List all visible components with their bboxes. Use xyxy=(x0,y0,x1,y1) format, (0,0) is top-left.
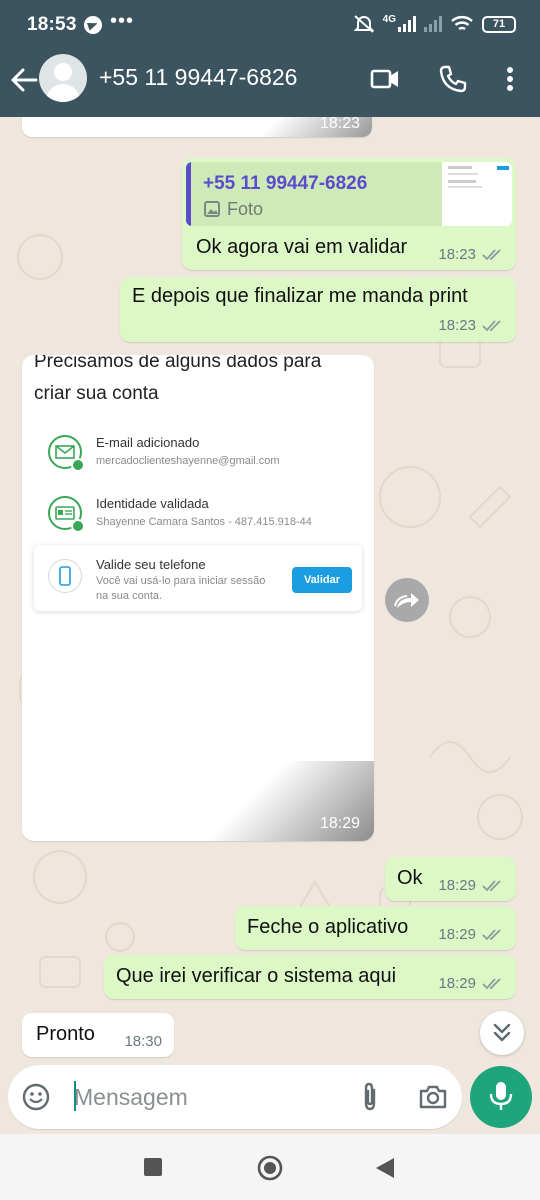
scroll-down-button[interactable] xyxy=(480,1011,524,1055)
telegram-icon xyxy=(84,16,102,34)
message-meta: 18:29 xyxy=(438,975,504,992)
recents-icon[interactable] xyxy=(143,1157,163,1177)
back-arrow-icon[interactable] xyxy=(10,66,38,94)
forward-icon xyxy=(394,593,419,608)
image-message[interactable]: Precisamos de alguns dados para criar su… xyxy=(22,355,374,841)
message-text: Feche o aplicativo xyxy=(247,916,409,938)
camera-icon[interactable] xyxy=(418,1084,448,1110)
message-text: Pronto xyxy=(36,1023,95,1045)
photo-icon xyxy=(204,201,220,217)
voice-call-icon[interactable] xyxy=(438,64,468,94)
message-out[interactable]: E depois que finalizar me manda print 18… xyxy=(120,277,516,342)
message-time: 18:30 xyxy=(124,1033,162,1050)
home-icon[interactable] xyxy=(256,1154,284,1182)
avatar[interactable] xyxy=(39,54,87,102)
wifi-icon xyxy=(451,16,473,31)
message-out[interactable]: Feche o aplicativo 18:29 xyxy=(235,906,516,950)
battery-icon: 71 xyxy=(482,15,516,33)
mute-alarm-icon xyxy=(353,15,375,33)
message-partial[interactable]: 18:23 xyxy=(22,117,372,137)
email-icon xyxy=(48,435,85,472)
quoted-sender: +55 11 99447-6826 xyxy=(203,173,368,194)
message-text: Ok agora vai em validar xyxy=(196,236,408,258)
message-composer[interactable]: Mensagem xyxy=(8,1065,462,1129)
screenshot-title-line2: criar sua conta xyxy=(34,383,159,404)
step-label: E-mail adicionado xyxy=(96,435,200,450)
video-call-icon[interactable] xyxy=(370,64,400,94)
forward-button[interactable] xyxy=(385,578,429,622)
double-check-icon xyxy=(482,319,501,331)
message-out-reply[interactable]: +55 11 99447-6826 Foto Ok agora vai em v… xyxy=(182,158,516,270)
id-card-icon xyxy=(48,496,85,533)
message-meta: 18:29 xyxy=(438,877,504,894)
message-text: Ok xyxy=(397,867,423,889)
message-meta: 18:23 xyxy=(438,317,504,334)
signal-2-icon xyxy=(424,16,442,32)
message-text: E depois que finalizar me manda print xyxy=(132,285,468,307)
message-time: 18:23 xyxy=(438,246,476,263)
chat-header: +55 11 99447-6826 xyxy=(0,48,540,117)
contact-name[interactable]: +55 11 99447-6826 xyxy=(99,64,297,91)
top-bar: 18:53 ••• 4G 71 +55 11 99447-6826 xyxy=(0,0,540,117)
message-time: 18:23 xyxy=(319,117,360,132)
step-label: Valide seu telefone xyxy=(96,557,206,572)
message-time: 18:29 xyxy=(438,975,476,992)
image-time: 18:29 xyxy=(319,815,360,832)
status-time: 18:53 xyxy=(27,14,77,35)
quoted-message[interactable]: +55 11 99447-6826 Foto xyxy=(186,162,512,226)
step-sub: mercadoclienteshayenne@gmail.com xyxy=(96,455,280,467)
message-time: 18:23 xyxy=(438,317,476,334)
message-time: 18:29 xyxy=(438,926,476,943)
step-sub: Você vai usá-lo para iniciar sessão xyxy=(96,575,266,587)
signal-icon xyxy=(398,16,416,32)
message-meta: 18:29 xyxy=(438,926,504,943)
double-check-icon xyxy=(482,928,501,940)
quoted-thumbnail xyxy=(442,162,512,226)
message-in[interactable]: Pronto 18:30 xyxy=(22,1013,174,1057)
step-phone-card: Valide seu telefone Você vai usá-lo para… xyxy=(34,545,362,611)
emoji-icon[interactable] xyxy=(22,1083,50,1111)
step-email: E-mail adicionado mercadoclienteshayenne… xyxy=(34,433,360,483)
attach-icon[interactable] xyxy=(358,1082,382,1112)
status-bar: 18:53 ••• 4G 71 xyxy=(0,0,540,48)
step-label: Identidade validada xyxy=(96,496,209,511)
validar-button: Validar xyxy=(292,567,352,593)
double-check-icon xyxy=(482,879,501,891)
back-nav-icon[interactable] xyxy=(374,1156,396,1180)
system-nav-bar xyxy=(0,1134,540,1200)
network-type: 4G xyxy=(382,13,396,25)
mic-button[interactable] xyxy=(470,1066,532,1128)
message-text: Que irei verificar o sistema aqui xyxy=(116,965,397,987)
double-check-icon xyxy=(482,248,501,260)
screenshot-title-line1: Precisamos de alguns dados para xyxy=(34,355,322,372)
double-check-icon xyxy=(482,977,501,989)
mic-icon xyxy=(489,1082,513,1110)
message-time: 18:29 xyxy=(438,877,476,894)
step-sub-2: na sua conta. xyxy=(96,590,163,602)
message-meta: 18:23 xyxy=(438,246,504,263)
double-chevron-down-icon xyxy=(493,1023,511,1042)
quoted-type: Foto xyxy=(227,199,264,219)
message-input[interactable]: Mensagem xyxy=(74,1084,188,1111)
more-notifications-icon: ••• xyxy=(110,10,135,32)
phone-icon xyxy=(48,559,82,593)
step-identity: Identidade validada Shayenne Camara Sant… xyxy=(34,494,360,544)
menu-more-icon[interactable] xyxy=(496,64,524,94)
status-right: 4G 71 xyxy=(353,14,516,34)
message-out[interactable]: Que irei verificar o sistema aqui 18:29 xyxy=(104,955,516,999)
message-out[interactable]: Ok 18:29 xyxy=(385,857,516,901)
step-sub: Shayenne Camara Santos - 487.415.918-44 xyxy=(96,516,312,528)
chat-area[interactable]: 18:23 +55 11 99447-6826 Foto Ok agora va… xyxy=(0,117,540,1064)
